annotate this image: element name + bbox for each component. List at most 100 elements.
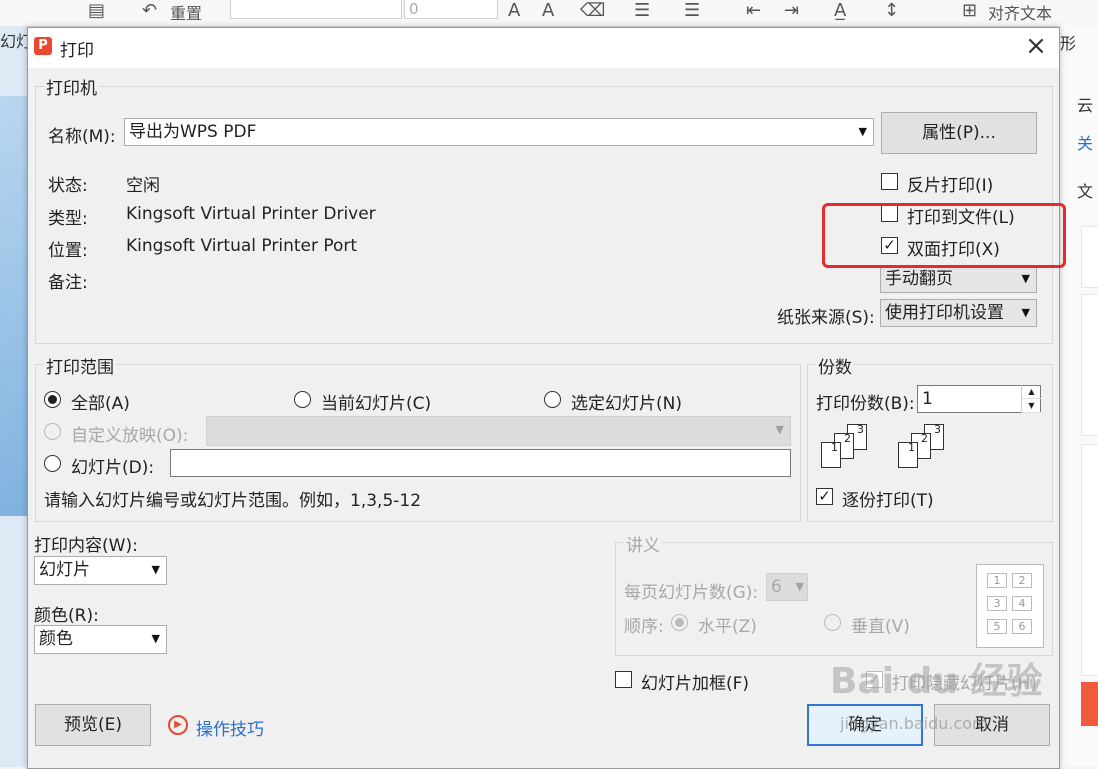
range-hint: 请输入幻灯片编号或幻灯片范围。例如，1,3,5-12 <box>44 491 422 511</box>
range-slides-label[interactable]: 幻灯片(D): <box>71 453 154 478</box>
printer-name-value: 导出为WPS PDF <box>129 122 257 142</box>
range-slides-radio[interactable] <box>44 455 61 472</box>
slides-per-page-select[interactable]: 6 ▼ <box>766 573 808 601</box>
printer-name-select[interactable]: 导出为WPS PDF ▼ <box>124 118 874 146</box>
location-value: Kingsoft Virtual Printer Port <box>126 236 358 256</box>
bullets-icon[interactable]: ☰ <box>634 0 650 21</box>
location-label: 位置: <box>48 241 88 261</box>
chevron-down-icon: ▼ <box>858 125 867 138</box>
numbering-icon[interactable]: ☰ <box>684 0 700 21</box>
right-pane-card <box>1081 444 1098 676</box>
clear-format-icon[interactable]: ⌫ <box>580 0 605 21</box>
right-pane-card <box>1081 226 1098 288</box>
range-custom-radio[interactable] <box>44 423 61 440</box>
duplex-mode-select[interactable]: 手动翻页 ▼ <box>880 265 1037 293</box>
order-label: 顺序: <box>624 617 664 637</box>
copies-count-value: 1 <box>922 389 933 409</box>
order-vertical-label: 垂直(V) <box>851 617 910 637</box>
frame-slides-checkbox[interactable] <box>615 671 632 688</box>
slide-thumbnail-pane: 幻灯 <box>0 26 32 767</box>
font-size-box[interactable]: 0 <box>404 0 498 19</box>
slides-per-page-value: 6 <box>771 577 782 597</box>
font-shrink-icon[interactable]: A <box>542 0 554 21</box>
baidu-watermark: Bai du 经验 <box>830 661 1043 702</box>
right-pane-label-1: 云 <box>1077 96 1094 115</box>
tips-link[interactable]: 操作技巧 <box>196 715 264 740</box>
close-icon[interactable]: × <box>1022 32 1050 60</box>
copies-count-label: 打印份数(B): <box>816 394 915 414</box>
reverse-print-checkbox[interactable] <box>881 173 898 190</box>
outdent-icon[interactable]: ⇥ <box>784 0 799 21</box>
range-custom-label: 自定义放映(O): <box>71 426 189 446</box>
text-box-icon[interactable]: A̲ <box>834 0 846 21</box>
font-name-box[interactable] <box>230 0 402 19</box>
reverse-print-label[interactable]: 反片打印(I) <box>907 171 993 196</box>
background-toolbar: ▤ ↶ 重置 0 A A ⌫ ☰ ☰ ⇤ ⇥ A̲ ↕ ⊞ 对齐文本 <box>0 0 1098 27</box>
properties-button[interactable]: 属性(P)... <box>881 112 1037 154</box>
baidu-watermark-url: jingyan.baidu.com <box>840 714 988 733</box>
color-value: 颜色 <box>39 629 73 649</box>
range-all-radio[interactable] <box>44 391 61 408</box>
chevron-down-icon: ▼ <box>151 563 160 576</box>
custom-show-select[interactable]: ▼ <box>206 416 791 446</box>
printer-group-label: 打印机 <box>44 74 99 99</box>
slide-thumbnail[interactable] <box>0 96 28 516</box>
handout-group-label: 讲义 <box>624 531 662 556</box>
align-text-label[interactable]: 对齐文本 <box>988 0 1052 23</box>
copies-spinner[interactable]: ▲ ▼ <box>1021 385 1041 413</box>
type-value: Kingsoft Virtual Printer Driver <box>126 204 376 224</box>
indent-icon[interactable]: ⇤ <box>746 0 761 21</box>
chevron-down-icon: ▼ <box>795 580 804 593</box>
slides-range-input[interactable] <box>170 449 791 477</box>
copies-group-label: 份数 <box>816 353 854 378</box>
print-content-label: 打印内容(W): <box>34 536 138 556</box>
spin-down-icon[interactable]: ▼ <box>1022 399 1041 413</box>
wps-logo-icon: P <box>34 37 52 55</box>
font-grow-icon[interactable]: A <box>508 0 520 21</box>
order-horizontal-radio[interactable] <box>671 614 688 631</box>
play-tips-icon[interactable]: ▶ <box>168 715 188 735</box>
chevron-down-icon: ▼ <box>151 632 160 645</box>
right-pane-card <box>1081 294 1098 436</box>
collate-label[interactable]: 逐份打印(T) <box>842 486 934 511</box>
print-content-select[interactable]: 幻灯片 ▼ <box>34 556 167 585</box>
chevron-down-icon: ▼ <box>1021 272 1030 285</box>
order-vertical-radio[interactable] <box>824 614 841 631</box>
order-horizontal-label: 水平(Z) <box>698 617 757 637</box>
chevron-down-icon: ▼ <box>1021 306 1030 319</box>
range-selected-label[interactable]: 选定幻灯片(N) <box>571 389 682 414</box>
spin-up-icon[interactable]: ▲ <box>1022 385 1041 399</box>
comment-label: 备注: <box>48 273 88 293</box>
dialog-titlebar[interactable]: P 打印 × <box>28 28 1059 68</box>
right-pane-shape-label: 形 <box>1060 34 1077 53</box>
layout-icon[interactable]: ▤ <box>88 0 105 21</box>
range-current-label[interactable]: 当前幻灯片(C) <box>321 389 431 414</box>
preview-button[interactable]: 预览(E) <box>35 704 151 746</box>
print-range-group-label: 打印范围 <box>44 353 116 378</box>
status-label: 状态: <box>48 176 88 196</box>
reset-icon[interactable]: ↶ <box>142 0 157 21</box>
duplex-highlight-box <box>822 203 1066 268</box>
collated-pages-icon: 3 2 1 <box>821 424 871 472</box>
range-all-label[interactable]: 全部(A) <box>71 389 130 414</box>
right-pane-label-2[interactable]: 关 <box>1077 130 1093 154</box>
range-current-radio[interactable] <box>294 391 311 408</box>
range-selected-radio[interactable] <box>544 391 561 408</box>
right-side-pane: 形 云 关 文 <box>1058 26 1098 767</box>
align-text-icon[interactable]: ⊞ <box>962 0 977 21</box>
handout-layout-preview: 1 2 3 4 5 6 <box>976 564 1044 648</box>
paper-source-select[interactable]: 使用打印机设置 ▼ <box>880 299 1037 327</box>
line-spacing-icon[interactable]: ↕ <box>884 0 899 21</box>
print-content-value: 幻灯片 <box>39 560 90 580</box>
frame-slides-label[interactable]: 幻灯片加框(F) <box>641 669 749 694</box>
duplex-mode-value: 手动翻页 <box>885 269 953 289</box>
right-pane-label-3: 文 <box>1077 182 1094 201</box>
color-select[interactable]: 颜色 ▼ <box>34 625 167 654</box>
chevron-down-icon: ▼ <box>775 423 784 436</box>
slides-per-page-label: 每页幻灯片数(G): <box>624 583 759 603</box>
right-pane-red-button[interactable] <box>1081 682 1098 726</box>
color-label: 颜色(R): <box>34 606 99 626</box>
printer-name-label: 名称(M): <box>48 127 116 147</box>
toolbar-reset-label[interactable]: 重置 <box>170 0 202 23</box>
collate-checkbox[interactable]: ✓ <box>816 488 833 505</box>
